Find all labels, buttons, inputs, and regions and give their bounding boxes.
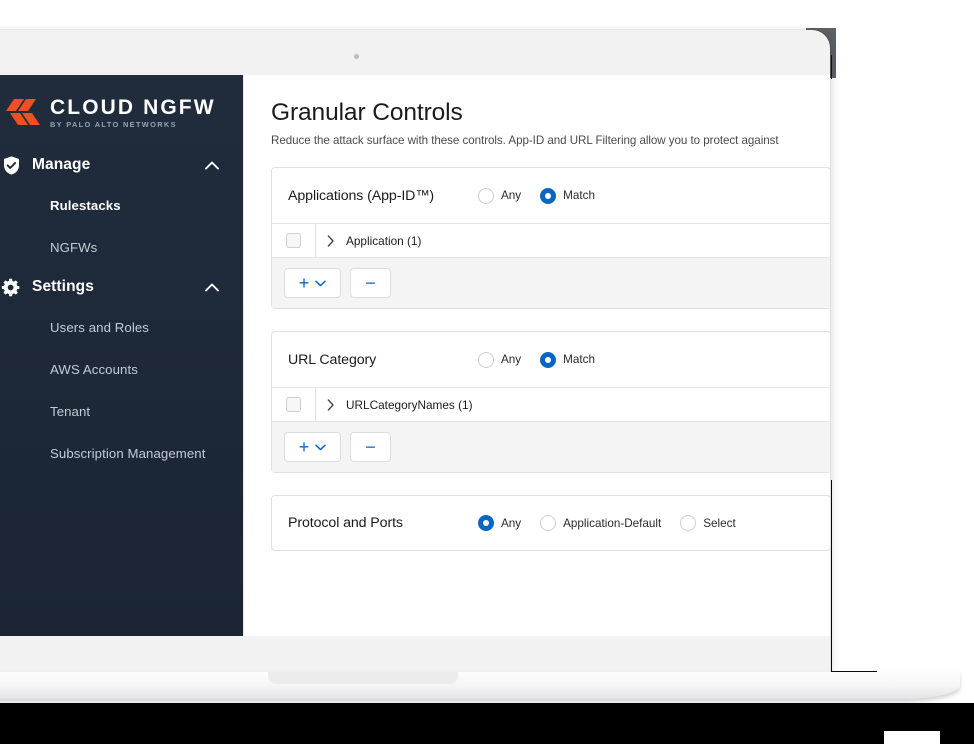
minus-icon: − xyxy=(365,437,376,457)
radio-icon-match[interactable] xyxy=(540,187,557,204)
frame-edge-line-bottom xyxy=(831,671,877,672)
radio-icon-application-default[interactable] xyxy=(540,515,557,531)
radio-group-applications: Any Match xyxy=(478,187,607,204)
card-applications: Applications (App-ID™) Any Match Applica… xyxy=(271,167,830,309)
radio-icon-any[interactable] xyxy=(478,515,494,531)
sidebar-item-label: Users and Roles xyxy=(50,319,149,335)
table-header-url-category: URLCategoryNames (1) xyxy=(272,387,830,422)
radio-label-match: Match xyxy=(563,189,595,202)
card-protocol-and-ports: Protocol and Ports Any Application-Defau… xyxy=(271,495,830,551)
add-button[interactable]: + xyxy=(284,268,341,298)
chevron-up-icon[interactable] xyxy=(205,158,219,172)
frame-edge-line xyxy=(831,480,832,672)
gear-icon xyxy=(0,276,22,298)
sidebar-group-label-settings: Settings xyxy=(32,278,94,296)
bottom-black-band-corner xyxy=(940,722,974,744)
radio-icon-select[interactable] xyxy=(680,515,697,531)
radio-group-url-category: Any Match xyxy=(478,351,607,368)
laptop-screen: CLOUD NGFW BY PALO ALTO NETWORKS Manage xyxy=(0,75,830,636)
sidebar-group-settings[interactable]: Settings xyxy=(0,268,243,306)
main-content: Granular Controls Reduce the attack surf… xyxy=(243,75,830,636)
chevron-down-icon[interactable] xyxy=(315,438,326,456)
radio-label-any: Any xyxy=(501,189,522,202)
radio-group-protocol-and-ports: Any Application-Default Select xyxy=(478,515,748,531)
table-header-applications: Application (1) xyxy=(272,223,830,258)
sidebar-item-label: Tenant xyxy=(50,403,91,419)
card-footer-url-category: + − xyxy=(272,422,830,472)
card-header: Protocol and Ports Any Application-Defau… xyxy=(272,496,830,550)
sidebar-item-label: NGFWs xyxy=(50,239,98,255)
sidebar-group-manage[interactable]: Manage xyxy=(0,146,243,184)
sidebar: CLOUD NGFW BY PALO ALTO NETWORKS Manage xyxy=(0,75,243,636)
remove-button[interactable]: − xyxy=(350,268,391,298)
radio-option-application-default[interactable]: Application-Default xyxy=(540,515,661,531)
select-all-checkbox-cell[interactable] xyxy=(272,224,316,257)
chevron-right-icon[interactable] xyxy=(316,234,346,247)
plus-icon: + xyxy=(298,437,310,457)
radio-option-any[interactable]: Any xyxy=(478,515,521,531)
sidebar-group-label-manage: Manage xyxy=(32,156,91,174)
brand-logo[interactable]: CLOUD NGFW BY PALO ALTO NETWORKS xyxy=(0,75,243,128)
shield-check-icon xyxy=(0,154,22,176)
plus-icon: + xyxy=(298,273,310,293)
brand-title: CLOUD NGFW xyxy=(50,96,216,119)
card-title-url-category: URL Category xyxy=(288,351,377,368)
card-url-category: URL Category Any Match URLCategoryNames … xyxy=(271,331,830,473)
sidebar-nav: Manage Rulestacks NGFWs Settings Users a… xyxy=(0,146,243,474)
radio-label-application-default: Application-Default xyxy=(563,516,662,530)
page-title: Granular Controls xyxy=(271,99,463,126)
radio-label-any: Any xyxy=(501,516,522,530)
radio-option-match[interactable]: Match xyxy=(540,187,595,204)
frame-edge-line-top xyxy=(831,55,832,79)
radio-option-match[interactable]: Match xyxy=(540,351,595,368)
minus-icon: − xyxy=(365,273,376,293)
camera-dot xyxy=(354,54,359,59)
sidebar-item-rulestacks[interactable]: Rulestacks xyxy=(0,184,243,226)
laptop-trackpad-notch xyxy=(268,672,458,684)
bottom-black-band-main xyxy=(0,703,884,744)
radio-option-select[interactable]: Select xyxy=(680,515,736,531)
sidebar-item-aws-accounts[interactable]: AWS Accounts xyxy=(0,348,243,390)
radio-option-any[interactable]: Any xyxy=(478,187,522,204)
checkbox-icon[interactable] xyxy=(286,233,301,248)
palo-alto-logo-icon xyxy=(6,98,40,127)
radio-icon-any[interactable] xyxy=(478,187,494,204)
chevron-right-icon[interactable] xyxy=(316,398,346,411)
card-header: Applications (App-ID™) Any Match xyxy=(272,168,830,223)
card-header: URL Category Any Match xyxy=(272,332,830,387)
sidebar-item-label: Subscription Management xyxy=(50,445,206,461)
page-subtitle: Reduce the attack surface with these con… xyxy=(271,134,779,147)
sidebar-item-ngfws[interactable]: NGFWs xyxy=(0,226,243,268)
add-button[interactable]: + xyxy=(284,432,341,462)
card-footer-applications: + − xyxy=(272,258,830,308)
radio-label-match: Match xyxy=(563,353,595,366)
card-title-applications: Applications (App-ID™) xyxy=(288,187,435,204)
radio-option-any[interactable]: Any xyxy=(478,351,522,368)
table-column-label: Application (1) xyxy=(346,233,422,248)
table-column-label: URLCategoryNames (1) xyxy=(346,397,473,412)
radio-icon-any[interactable] xyxy=(478,351,494,368)
select-all-checkbox-cell[interactable] xyxy=(272,388,316,421)
chevron-up-icon[interactable] xyxy=(205,280,219,294)
sidebar-item-label: AWS Accounts xyxy=(50,361,138,377)
chevron-down-icon[interactable] xyxy=(315,274,326,292)
sidebar-item-users-and-roles[interactable]: Users and Roles xyxy=(0,306,243,348)
sidebar-item-tenant[interactable]: Tenant xyxy=(0,390,243,432)
laptop-base xyxy=(0,672,960,699)
radio-icon-match[interactable] xyxy=(540,351,557,368)
sidebar-item-label: Rulestacks xyxy=(50,197,121,213)
sidebar-item-subscription-management[interactable]: Subscription Management xyxy=(0,432,243,474)
radio-label-select: Select xyxy=(703,516,736,530)
remove-button[interactable]: − xyxy=(350,432,391,462)
checkbox-icon[interactable] xyxy=(286,397,301,412)
card-title-protocol-and-ports: Protocol and Ports xyxy=(288,515,403,531)
brand-tagline: BY PALO ALTO NETWORKS xyxy=(50,120,177,129)
radio-label-any: Any xyxy=(501,353,522,366)
screenshot-stage: CLOUD NGFW BY PALO ALTO NETWORKS Manage xyxy=(0,0,974,744)
